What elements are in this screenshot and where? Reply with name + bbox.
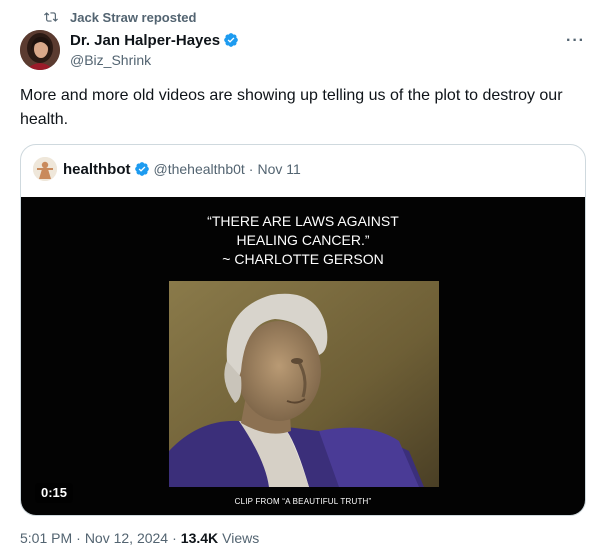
more-options-button[interactable]: ···: [566, 32, 585, 50]
video-caption: “THERE ARE LAWS AGAINST HEALING CANCER.”…: [21, 212, 585, 269]
more-options-icon: ···: [566, 32, 585, 49]
views-label: Views: [222, 530, 260, 546]
author-avatar[interactable]: [20, 30, 60, 70]
quoted-author-name[interactable]: healthbot: [63, 161, 131, 178]
video-player[interactable]: “THERE ARE LAWS AGAINST HEALING CANCER.”…: [21, 197, 585, 515]
video-caption-line: HEALING CANCER.”: [236, 232, 370, 248]
separator-dot: ·: [76, 530, 81, 546]
verified-badge-icon[interactable]: [223, 32, 239, 48]
quoted-tweet-card[interactable]: healthbot @thehealthb0t · Nov 11 “THERE …: [20, 144, 586, 516]
tweet-meta: 5:01 PM · Nov 12, 2024 · 13.4K Views: [20, 530, 259, 546]
video-frame-image: [169, 281, 439, 487]
views-count: 13.4K: [180, 530, 219, 546]
author-avatar-image: [20, 30, 60, 70]
tweet-text: More and more old videos are showing up …: [20, 87, 563, 128]
video-clip-label: CLIP FROM “A BEAUTIFUL TRUTH”: [234, 497, 372, 506]
author-block: Dr. Jan Halper-Hayes @Biz_Shrink: [70, 30, 239, 68]
repost-text: Jack Straw reposted: [70, 9, 197, 25]
quoted-tweet-date[interactable]: Nov 11: [257, 161, 300, 177]
verified-badge-icon[interactable]: [134, 161, 150, 177]
video-caption-line: ~ CHARLOTTE GERSON: [222, 251, 384, 267]
tweet-date[interactable]: Nov 12, 2024: [85, 530, 168, 546]
video-caption-line: “THERE ARE LAWS AGAINST: [207, 213, 399, 229]
quoted-author-avatar[interactable]: [33, 157, 57, 181]
separator-dot: ·: [248, 161, 254, 177]
quoted-tweet-header: healthbot @thehealthb0t · Nov 11: [33, 157, 301, 181]
author-handle[interactable]: @Biz_Shrink: [70, 52, 239, 68]
separator-dot: ·: [172, 530, 177, 546]
tweet-time[interactable]: 5:01 PM: [20, 530, 72, 546]
quoted-author-avatar-image: [33, 157, 57, 181]
author-name[interactable]: Dr. Jan Halper-Hayes: [70, 32, 220, 49]
repost-icon: [44, 12, 58, 22]
quoted-author-handle[interactable]: @thehealthb0t: [154, 161, 245, 177]
video-frame: [169, 281, 439, 487]
repost-indicator[interactable]: Jack Straw reposted: [44, 8, 196, 26]
